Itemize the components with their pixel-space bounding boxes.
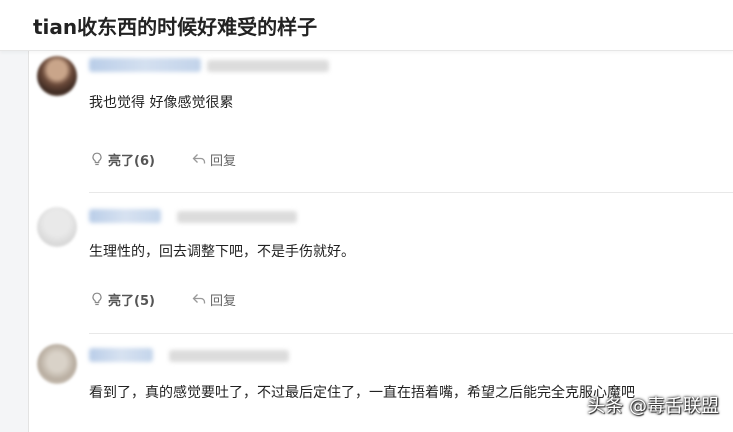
lightbulb-icon	[92, 292, 102, 306]
reply-arrow-icon	[192, 154, 206, 164]
reply-label: 回复	[209, 293, 236, 309]
reply-button[interactable]: 回复	[191, 150, 236, 169]
reply-label: 回复	[209, 153, 236, 169]
author-name-redacted[interactable]	[89, 209, 161, 223]
author-name-redacted[interactable]	[89, 348, 153, 362]
timestamp-redacted	[207, 60, 329, 72]
timestamp-redacted	[169, 350, 289, 362]
author-name-redacted[interactable]	[89, 58, 201, 72]
like-count: 亮了(6)	[108, 153, 155, 169]
avatar[interactable]	[37, 56, 77, 96]
comment-panel: 我也觉得 好像感觉很累 亮了(6) 回复 生理性的，回去调整下吧，不是手伤就好。…	[28, 50, 733, 432]
comment-actions: 亮了(5) 回复	[89, 289, 236, 309]
comment-actions: 亮了(6) 回复	[89, 149, 236, 169]
reply-button[interactable]: 回复	[191, 290, 236, 309]
comment-item: 生理性的，回去调整下吧，不是手伤就好。 亮了(5) 回复	[29, 193, 733, 334]
comment-text: 生理性的，回去调整下吧，不是手伤就好。	[89, 244, 355, 260]
page-header: tian收东西的时候好难受的样子	[0, 0, 733, 51]
like-button[interactable]: 亮了(5)	[89, 290, 155, 309]
lightbulb-icon	[92, 152, 102, 166]
avatar[interactable]	[37, 207, 77, 247]
comment-text: 看到了，真的感觉要吐了，不过最后定住了，一直在捂着嘴，希望之后能完全克服心魔吧	[89, 385, 635, 401]
page-title: tian收东西的时候好难受的样子	[33, 15, 318, 39]
watermark: 头条 @毒舌联盟	[587, 396, 719, 417]
avatar[interactable]	[37, 344, 77, 384]
comment-item: 我也觉得 好像感觉很累 亮了(6) 回复	[29, 50, 733, 193]
reply-arrow-icon	[192, 294, 206, 304]
comment-text: 我也觉得 好像感觉很累	[89, 95, 234, 111]
timestamp-redacted	[177, 211, 297, 223]
like-count: 亮了(5)	[108, 293, 155, 309]
like-button[interactable]: 亮了(6)	[89, 150, 155, 169]
